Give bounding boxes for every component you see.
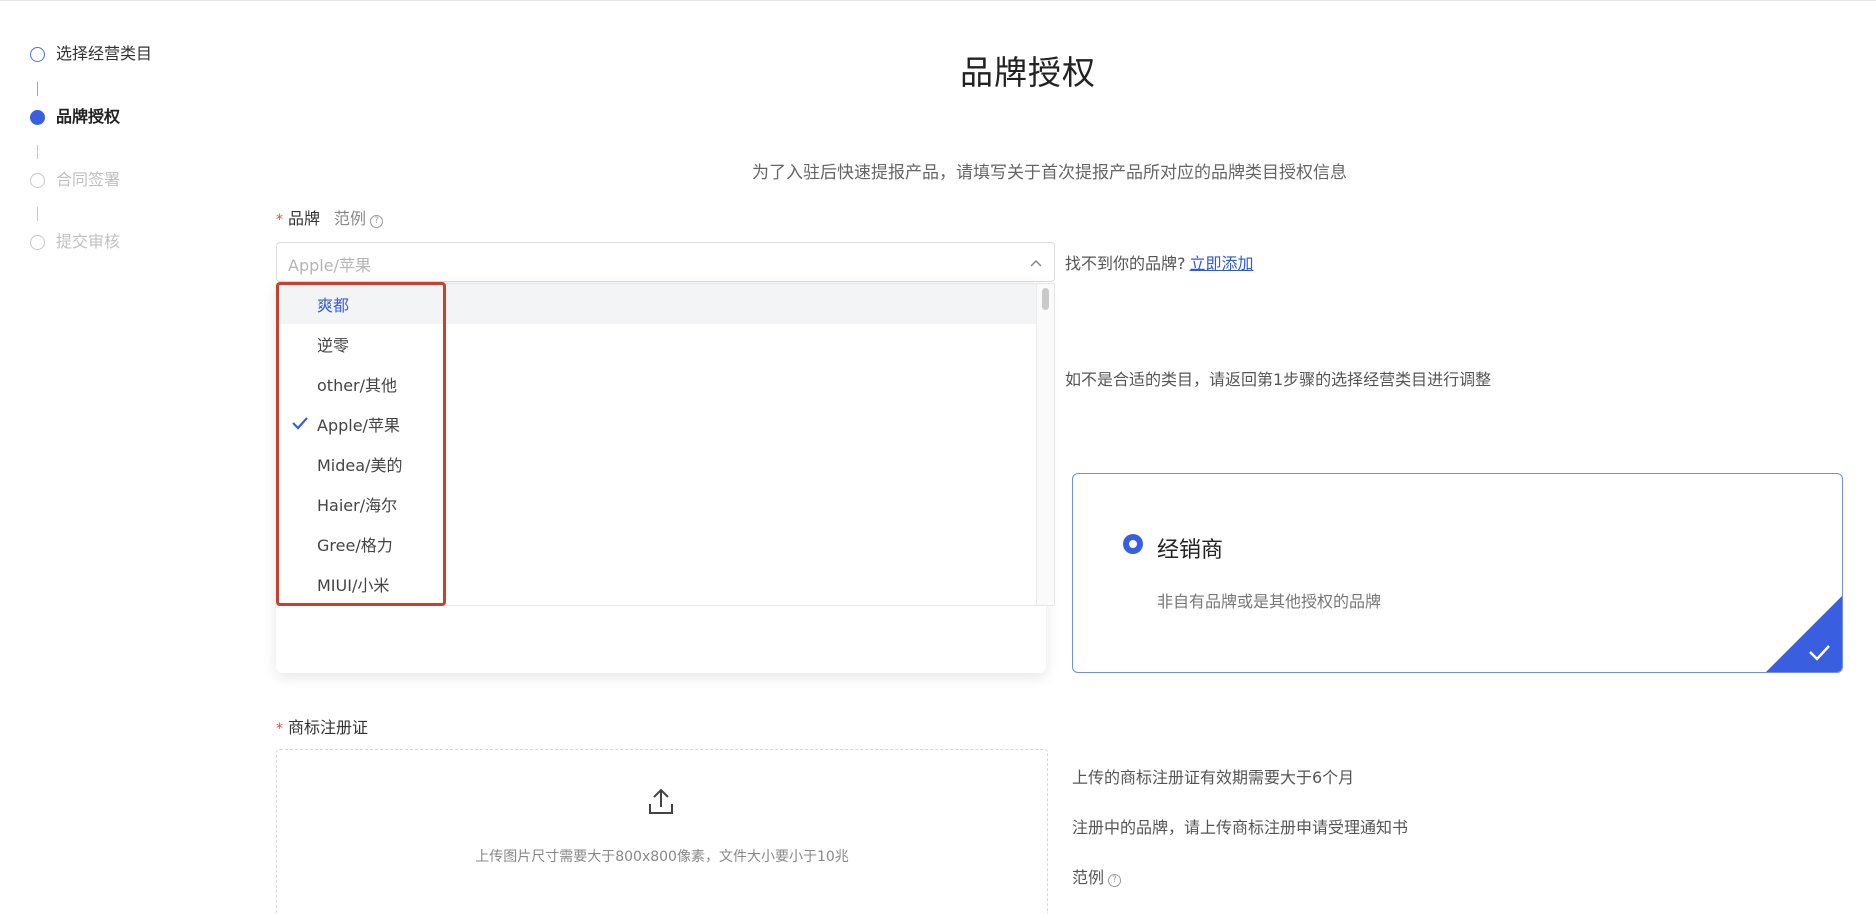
step-dot-icon xyxy=(30,234,45,250)
not-found-text: 找不到你的品牌? xyxy=(1065,254,1186,273)
step-dot-icon xyxy=(30,109,45,125)
step-label: 合同签署 xyxy=(56,170,121,189)
brand-label-text: 品牌 xyxy=(288,209,321,228)
category-hint: 如不是合适的类目，请返回第1步骤的选择经营类目进行调整 xyxy=(1065,370,1492,389)
selected-corner-check-icon xyxy=(1766,596,1842,672)
step-connector xyxy=(37,207,38,221)
radio-selected-icon[interactable] xyxy=(1123,534,1143,554)
brand-field-label: * 品牌 范例? xyxy=(276,205,384,229)
step-dot-icon xyxy=(30,172,45,188)
required-mark: * xyxy=(276,212,283,228)
trademark-upload-area[interactable]: 上传图片尺寸需要大于800x800像素，文件大小要小于10兆 xyxy=(276,749,1048,914)
trademark-label-text: 商标注册证 xyxy=(288,718,369,737)
trademark-hint: 注册中的品牌，请上传商标注册申请受理通知书 xyxy=(1072,818,1409,837)
step-label: 品牌授权 xyxy=(56,107,121,126)
annotation-highlight-box xyxy=(276,282,446,606)
dealer-title: 经销商 xyxy=(1157,538,1224,563)
dropdown-scrollbar[interactable] xyxy=(1036,284,1054,605)
step-connector xyxy=(37,145,38,159)
upload-instructions: 上传图片尺寸需要大于800x800像素，文件大小要小于10兆 xyxy=(475,849,849,865)
step-select-category[interactable]: 选择经营类目 xyxy=(30,42,152,66)
frame-top-border xyxy=(0,0,1876,1)
page-title: 品牌授权 xyxy=(960,53,1096,92)
step-connector xyxy=(37,82,38,96)
dealer-description: 非自有品牌或是其他授权的品牌 xyxy=(1157,592,1382,611)
intro-text: 为了入驻后快速提报产品，请填写关于首次提报产品所对应的品牌类目授权信息 xyxy=(752,163,1347,183)
question-circle-icon[interactable]: ? xyxy=(370,215,384,228)
step-dot-icon xyxy=(30,46,45,62)
brand-select[interactable]: Apple/苹果 xyxy=(276,242,1055,282)
trademark-example-link[interactable]: 范例 xyxy=(1072,868,1104,887)
upload-icon xyxy=(649,788,673,814)
scrollbar-thumb[interactable] xyxy=(1042,288,1049,310)
step-contract[interactable]: 合同签署 xyxy=(30,168,120,192)
step-submit-review[interactable]: 提交审核 xyxy=(30,230,120,254)
trademark-field-label: * 商标注册证 xyxy=(276,714,368,738)
trademark-example: 范例? xyxy=(1072,864,1122,888)
step-label: 提交审核 xyxy=(56,232,121,251)
brand-select-value: Apple/苹果 xyxy=(288,256,371,275)
chevron-up-icon xyxy=(1030,259,1042,267)
brand-example-link[interactable]: 范例 xyxy=(334,209,366,228)
step-brand-auth[interactable]: 品牌授权 xyxy=(30,105,120,129)
trademark-hint: 上传的商标注册证有效期需要大于6个月 xyxy=(1072,768,1355,787)
brand-not-found-hint: 找不到你的品牌? 立即添加 xyxy=(1065,250,1254,274)
question-circle-icon[interactable]: ? xyxy=(1108,874,1122,887)
required-mark: * xyxy=(276,721,283,737)
step-label: 选择经营类目 xyxy=(56,44,153,63)
add-brand-link[interactable]: 立即添加 xyxy=(1190,254,1254,273)
dealer-option-card[interactable]: 经销商 非自有品牌或是其他授权的品牌 xyxy=(1072,473,1843,673)
